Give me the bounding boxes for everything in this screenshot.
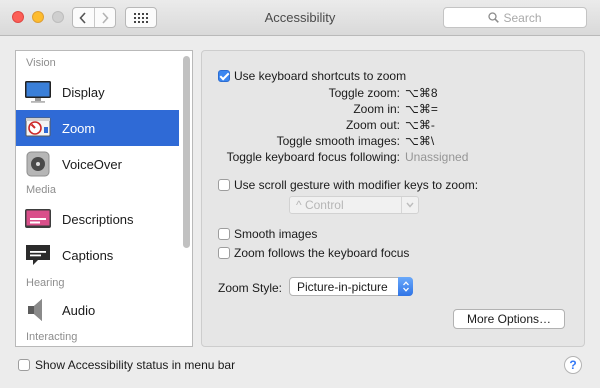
scroll-gesture-label: Use scroll gesture with modifier keys to…: [234, 178, 479, 192]
descriptions-icon: [24, 205, 52, 233]
sidebar-item-descriptions[interactable]: Descriptions: [16, 201, 179, 237]
chevron-down-icon: [401, 197, 418, 213]
sidebar-scrollbar[interactable]: [183, 54, 190, 345]
status-menu-checkbox[interactable]: [18, 359, 30, 371]
shortcut-label: Toggle keyboard focus following:: [226, 150, 400, 164]
modifier-key-popup[interactable]: ^ Control: [289, 196, 419, 214]
section-label-interacting: Interacting: [26, 331, 78, 343]
category-list[interactable]: Vision Display Zoom VoiceOver Media Desc…: [15, 50, 193, 347]
follows-focus-label: Zoom follows the keyboard focus: [234, 246, 410, 260]
sidebar-item-zoom[interactable]: Zoom: [16, 110, 179, 146]
help-button[interactable]: ?: [564, 356, 582, 374]
zoom-style-popup[interactable]: Picture-in-picture: [289, 277, 413, 296]
section-label-hearing: Hearing: [26, 277, 65, 289]
display-icon: [24, 78, 52, 106]
shortcut-value: ⌥⌘-: [405, 118, 435, 132]
section-label-media: Media: [26, 184, 56, 196]
shortcut-value: ⌥⌘\: [405, 134, 435, 148]
search-placeholder: Search: [503, 10, 542, 25]
captions-icon: [24, 241, 52, 269]
voiceover-icon: [24, 150, 52, 178]
preferences-window: Accessibility Search Vision Display Zoom…: [0, 0, 600, 388]
updown-chevron-icon: [398, 277, 413, 296]
shortcut-label: Zoom out:: [345, 118, 400, 132]
search-icon: [488, 12, 500, 23]
search-field[interactable]: Search: [443, 7, 587, 28]
scrollbar-thumb[interactable]: [183, 56, 190, 248]
smooth-images-checkbox[interactable]: [218, 228, 230, 240]
follows-focus-checkbox[interactable]: [218, 247, 230, 259]
zoom-settings-panel: Use keyboard shortcuts to zoom Toggle zo…: [201, 50, 585, 347]
sidebar-item-display[interactable]: Display: [16, 74, 179, 110]
keyboard-shortcuts-label: Use keyboard shortcuts to zoom: [234, 69, 407, 83]
sidebar-item-audio[interactable]: Audio: [16, 292, 179, 328]
shortcut-label: Toggle zoom:: [328, 86, 400, 100]
sidebar-item-captions[interactable]: Captions: [16, 237, 179, 273]
zoom-style-label: Zoom Style:: [218, 281, 283, 295]
shortcut-label: Zoom in:: [353, 102, 400, 116]
modifier-key-value: ^ Control: [296, 198, 344, 212]
keyboard-shortcuts-checkbox[interactable]: [218, 70, 230, 82]
smooth-images-label: Smooth images: [234, 227, 318, 241]
shortcut-value: ⌥⌘8: [405, 86, 438, 100]
sidebar-item-label: Descriptions: [62, 211, 134, 227]
shortcut-value: Unassigned: [405, 150, 469, 164]
sidebar-item-label: VoiceOver: [62, 156, 122, 172]
sidebar-item-label: Display: [62, 84, 105, 100]
shortcut-value: ⌥⌘=: [405, 102, 438, 116]
more-options-button[interactable]: More Options…: [453, 309, 565, 329]
sidebar-item-label: Captions: [62, 247, 114, 263]
zoom-icon: [24, 114, 52, 142]
scroll-gesture-checkbox[interactable]: [218, 179, 230, 191]
section-label-vision: Vision: [26, 57, 56, 69]
status-menu-label: Show Accessibility status in menu bar: [35, 358, 236, 372]
sidebar-item-voiceover[interactable]: VoiceOver: [16, 146, 179, 182]
shortcut-label: Toggle smooth images:: [276, 134, 400, 148]
sidebar-item-label: Zoom: [62, 120, 96, 136]
title-bar: Accessibility Search: [0, 0, 600, 36]
audio-icon: [24, 296, 52, 324]
sidebar-item-label: Audio: [62, 302, 96, 318]
zoom-style-value: Picture-in-picture: [297, 279, 388, 294]
